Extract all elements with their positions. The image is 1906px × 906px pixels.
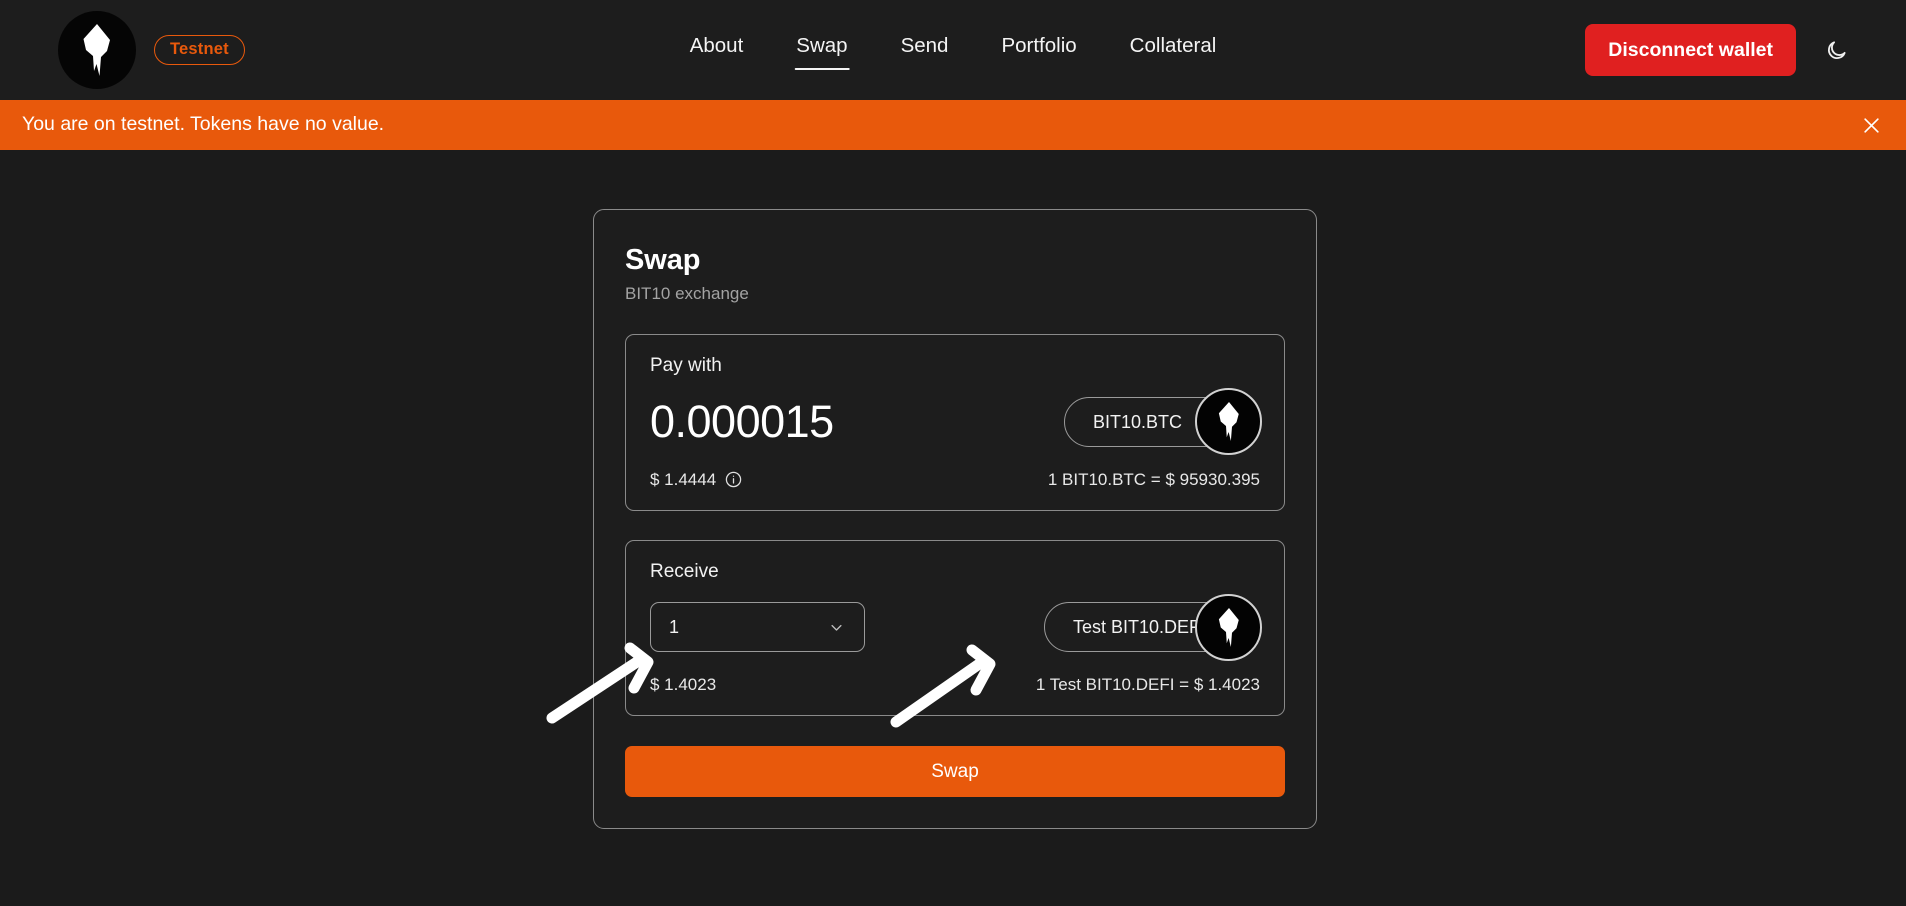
- moon-icon: [1827, 40, 1846, 59]
- swap-card-title: Swap: [625, 244, 701, 276]
- receive-token-label: Test BIT10.DEFI: [1072, 617, 1205, 638]
- disconnect-wallet-button[interactable]: Disconnect wallet: [1585, 24, 1796, 76]
- bit10-iceberg-token-icon: [1218, 402, 1239, 442]
- nav-link-about[interactable]: About: [688, 30, 746, 71]
- testnet-banner-close-button[interactable]: [1858, 112, 1884, 138]
- primary-nav: About Swap Send Portfolio Collateral: [688, 0, 1219, 100]
- pay-with-footer: $ 1.4444 1 BIT10.BTC = $ 95930.395: [650, 471, 1260, 488]
- swap-card-subtitle: BIT10 exchange: [625, 284, 749, 304]
- pay-with-token-label: BIT10.BTC: [1093, 411, 1183, 432]
- nav-link-swap[interactable]: Swap: [794, 30, 850, 71]
- pay-with-amount-input[interactable]: 0.000015: [650, 399, 834, 444]
- receive-row: 1 Test BIT10.DEFI: [650, 593, 1262, 661]
- receive-token-avatar: [1195, 593, 1262, 661]
- receive-panel: Receive 1 Test BIT10.DEFI $ 1.4023 1 Tes…: [625, 539, 1285, 717]
- nav-link-portfolio[interactable]: Portfolio: [999, 30, 1078, 71]
- testnet-banner-message: You are on testnet. Tokens have no value…: [22, 113, 385, 136]
- swap-card: Swap BIT10 exchange Pay with 0.000015 BI…: [593, 209, 1317, 830]
- pay-with-rate: 1 BIT10.BTC = $ 95930.395: [1047, 469, 1260, 489]
- info-circle-icon[interactable]: [725, 471, 742, 488]
- pay-with-usd-group: $ 1.4444: [650, 471, 742, 488]
- pay-with-label: Pay with: [650, 354, 722, 376]
- receive-quantity-select[interactable]: 1: [650, 602, 865, 653]
- pay-with-token-select[interactable]: BIT10.BTC: [1064, 388, 1262, 456]
- network-badge: Testnet: [154, 35, 245, 65]
- swap-submit-button[interactable]: Swap: [625, 746, 1285, 798]
- navbar-actions: Disconnect wallet: [1585, 0, 1860, 100]
- pay-with-row: 0.000015 BIT10.BTC: [650, 388, 1262, 456]
- pay-with-token-avatar: [1195, 388, 1262, 456]
- chevron-down-icon: [831, 624, 842, 631]
- receive-usd-value: $ 1.4023: [650, 675, 717, 695]
- brand[interactable]: Testnet: [58, 11, 245, 89]
- close-icon: [1863, 117, 1879, 133]
- bit10-iceberg-token-icon: [1218, 607, 1239, 647]
- receive-quantity-value: 1: [669, 617, 680, 638]
- app-root: Testnet About Swap Send Portfolio Collat…: [0, 0, 1906, 906]
- pay-with-usd-value: $ 1.4444: [650, 469, 717, 489]
- bit10-iceberg-logo-icon[interactable]: [58, 11, 136, 89]
- pay-with-panel: Pay with 0.000015 BIT10.BTC $ 1.4444 1 B…: [625, 333, 1285, 511]
- testnet-banner: You are on testnet. Tokens have no value…: [0, 100, 1906, 150]
- theme-toggle-button[interactable]: [1812, 26, 1860, 74]
- nav-link-collateral[interactable]: Collateral: [1128, 30, 1219, 71]
- top-navbar: Testnet About Swap Send Portfolio Collat…: [0, 0, 1906, 100]
- receive-label: Receive: [650, 560, 719, 582]
- receive-token-select[interactable]: Test BIT10.DEFI: [1043, 593, 1262, 661]
- receive-rate: 1 Test BIT10.DEFI = $ 1.4023: [1035, 675, 1260, 695]
- nav-link-send[interactable]: Send: [899, 30, 951, 71]
- receive-footer: $ 1.4023 1 Test BIT10.DEFI = $ 1.4023: [650, 676, 1260, 693]
